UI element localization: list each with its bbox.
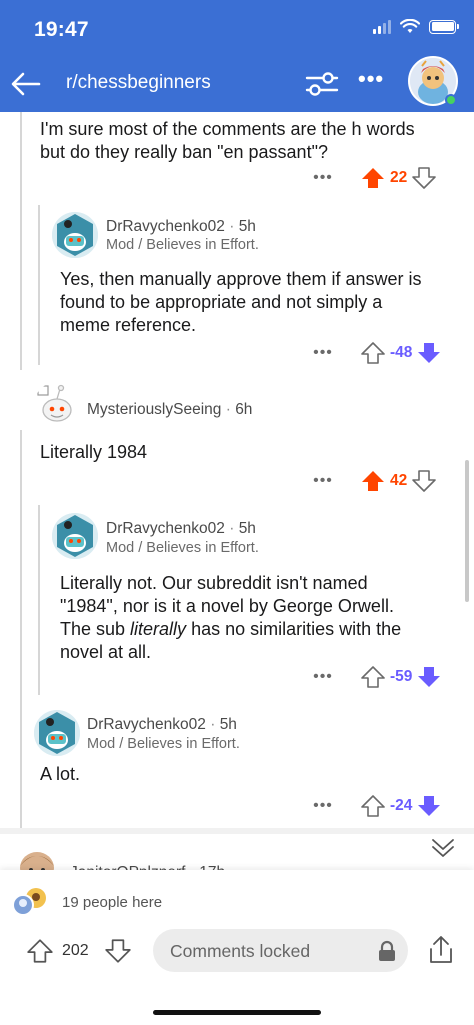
comment-body: A lot. [40,763,80,786]
comment-more-icon[interactable]: ••• [308,169,338,187]
collapse-chevron-icon[interactable] [426,834,460,862]
comment-more-icon[interactable]: ••• [308,668,338,686]
avatar[interactable] [34,382,80,428]
comment-more-icon[interactable]: ••• [308,344,338,362]
vote-score: 22 [390,169,408,186]
comment-text-line: I'm sure most of the comments are the h … [40,119,415,139]
upvote-arrow-icon[interactable] [360,665,386,689]
comment-age: 5h [238,520,256,537]
scrollbar[interactable] [465,460,469,602]
sort-filter-icon[interactable] [304,70,340,98]
comment-text-line: novel at all. [60,642,152,662]
thread-divider [0,828,474,834]
lock-icon [379,940,395,961]
comment-actions: ••• -24 [308,794,442,818]
comment-more-icon[interactable]: ••• [308,797,338,815]
cellular-signal-icon [373,19,391,34]
status-time: 19:47 [34,18,89,41]
thread-line [20,112,22,370]
comment-text-line: "1984", nor is it a novel by George Orwe… [60,596,394,616]
status-icons [373,19,459,34]
subreddit-title[interactable]: r/chessbeginners [66,72,211,94]
comment-body: I'm sure most of the comments are the h … [40,118,415,164]
vote-score: -59 [390,668,413,685]
wifi-icon [400,19,420,33]
comment-actions: ••• 22 [308,166,437,190]
app-header: 19:47 r/chessbeginners ••• [0,0,474,112]
comment-text-line: found to be appropriate and not simply a [60,292,383,312]
presence-avatars-icon [12,888,46,916]
post-downvote-icon[interactable] [104,937,132,965]
comment-text-line-mixed: The sub literally has no similarities wi… [60,619,402,639]
downvote-arrow-icon[interactable] [416,665,442,689]
user-flair: Mod / Believes in Effort. [87,736,240,752]
upvote-arrow-icon[interactable] [360,341,386,365]
post-score: 202 [62,942,89,959]
more-options-icon[interactable]: ••• [358,66,384,92]
comment-body: Literally not. Our subreddit isn't named… [60,572,401,664]
vote-score: -48 [390,344,413,361]
vote-score: -24 [390,797,413,814]
downvote-arrow-icon[interactable] [416,794,442,818]
comment-text-line: A lot. [40,764,81,784]
upvote-arrow-icon[interactable] [360,166,386,190]
back-arrow-icon[interactable] [6,64,46,104]
vote-score: 42 [390,472,408,489]
comment-age: 5h [219,716,237,733]
comment-text-line: meme reference. [60,315,197,335]
downvote-arrow-icon[interactable] [411,166,437,190]
comment-body: Yes, then manually approve them if answe… [60,268,422,337]
avatar[interactable] [52,212,98,258]
comment-author[interactable]: MysteriouslySeeing · 6h [87,401,252,419]
thread-line [38,205,40,365]
author-name[interactable]: MysteriouslySeeing [87,401,221,418]
author-name[interactable]: DrRavychenko02 [87,716,206,733]
author-name[interactable]: DrRavychenko02 [106,218,225,235]
post-upvote-icon[interactable] [26,937,54,965]
online-status-dot [445,94,457,106]
comment-more-icon[interactable]: ••• [308,472,338,490]
author-name[interactable]: DrRavychenko02 [106,520,225,537]
thread-line [38,505,40,695]
user-flair: Mod / Believes in Effort. [106,540,259,556]
comment-text-line: Yes, then manually approve them if answe… [60,269,422,289]
comment-author[interactable]: DrRavychenko02 · 5h [106,520,256,538]
comment-actions: ••• -59 [308,665,442,689]
battery-icon [429,19,459,34]
comment-text-line: Literally not. Our subreddit isn't named [60,573,368,593]
comment-author[interactable]: DrRavychenko02 · 5h [87,716,237,734]
avatar[interactable] [52,513,98,559]
upvote-arrow-icon[interactable] [360,469,386,493]
user-flair: Mod / Believes in Effort. [106,237,259,253]
thread-line [20,430,22,828]
comment-actions: ••• 42 [308,469,437,493]
upvote-arrow-icon[interactable] [360,794,386,818]
comment-text-line: Literally 1984 [40,442,148,462]
comment-actions: ••• -48 [308,341,442,365]
locked-label: Comments locked [170,941,311,961]
comment-body: Literally 1984 [40,441,147,464]
comment-age: 5h [238,218,256,235]
home-indicator [153,1010,321,1015]
comment-age: 6h [235,401,253,418]
comment-text-line: but do they really ban "en passant"? [40,142,328,162]
presence-count: 19 people here [62,894,163,911]
share-icon[interactable] [426,934,456,966]
avatar[interactable] [34,710,80,756]
downvote-arrow-icon[interactable] [416,341,442,365]
app-root: 19:47 r/chessbeginners ••• I'm sure most… [0,0,474,1025]
downvote-arrow-icon[interactable] [411,469,437,493]
comment-author[interactable]: DrRavychenko02 · 5h [106,218,256,236]
